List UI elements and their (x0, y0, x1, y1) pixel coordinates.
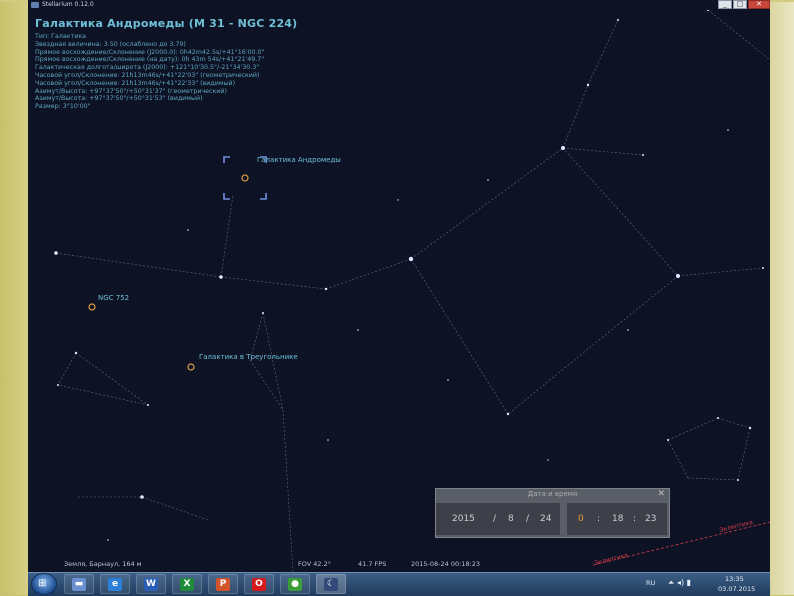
taskbar-app-stellarium[interactable]: ☾ (316, 574, 346, 594)
star (140, 495, 144, 499)
star (54, 251, 58, 255)
dialog-title: Дата и время (527, 490, 578, 498)
triangulum-label: Галактика в Треугольнике (199, 353, 298, 361)
star (262, 312, 264, 314)
status-bar: Земля, Барнаул, 164 м FOV 42.2° 41.7 FPS… (28, 556, 770, 572)
window-controls: _ □ ✕ (717, 0, 770, 10)
star (717, 417, 719, 419)
star (737, 479, 739, 481)
star (397, 199, 399, 201)
stellarium-window: Галактика Андромеды NGC 752 Галактика в … (28, 0, 770, 572)
star (357, 329, 359, 331)
minute-spinbox[interactable]: 18 (612, 514, 623, 524)
info-az-alt-app: Азимут/Высота: +97°37'50"/+50°31'53" (ви… (35, 95, 203, 103)
windows-taskbar: ⊞ ▬ e W X P O ● ☾ RU ⏶ ◂) ▮ 13:35 03.07.… (28, 572, 770, 596)
info-type: Тип: Галактика (35, 33, 86, 40)
taskbar-app-file-manager[interactable]: ▬ (64, 574, 94, 594)
stellarium-icon: ☾ (324, 578, 338, 591)
slide-background-right (770, 0, 794, 595)
star (642, 154, 644, 156)
internet-explorer-icon: e (108, 578, 122, 591)
taskbar-app-word[interactable]: W (136, 574, 166, 594)
taskbar-app-chrome[interactable]: ● (280, 574, 310, 594)
star (627, 329, 629, 331)
star (727, 129, 729, 131)
info-galactic: Галактическая долгота/широта (J2000): +1… (35, 64, 260, 72)
star (107, 539, 109, 541)
status-location: Земля, Барнаул, 164 м (64, 560, 142, 568)
time-separator: : (597, 514, 601, 524)
window-title: Stellarium 0.12.0 (42, 1, 94, 8)
opera-icon: O (252, 578, 266, 591)
status-fps: 41.7 FPS (358, 560, 387, 568)
window-titlebar[interactable]: Stellarium 0.12.0 _ □ ✕ (28, 0, 770, 10)
maximize-button[interactable]: □ (733, 0, 747, 9)
time-box: 0 : 18 : 23 (567, 503, 667, 535)
star (676, 274, 680, 278)
clock-time[interactable]: 13:35 (725, 575, 744, 583)
info-hour-angle-geo: Часовой угол/Склонение: 21h13m46s/+41°22… (35, 71, 260, 79)
stellarium-app-icon (31, 2, 39, 8)
star (324, 287, 328, 291)
object-title: Галактика Андромеды (M 31 - NGC 224) (35, 17, 298, 30)
month-spinbox[interactable]: 8 (508, 514, 514, 524)
time-separator: : (633, 514, 637, 524)
second-spinbox[interactable]: 23 (645, 514, 656, 524)
status-fov: FOV 42.2° (298, 560, 331, 568)
object-info-panel: Галактика Андромеды (M 31 - NGC 224) Тип… (35, 17, 297, 111)
star (187, 229, 189, 231)
star (667, 439, 669, 441)
taskbar-app-internet-explorer[interactable]: e (100, 574, 130, 594)
slide-background-left (0, 0, 28, 595)
tray-icons[interactable]: ⏶ ◂) ▮ (668, 578, 691, 588)
hour-spinbox[interactable]: 0 (578, 514, 584, 524)
taskbar-app-excel[interactable]: X (172, 574, 202, 594)
file-manager-icon: ▬ (72, 578, 86, 591)
ngc752-label: NGC 752 (98, 294, 129, 302)
star (57, 384, 59, 386)
powerpoint-icon: P (216, 578, 230, 591)
date-box: 2015 / 8 / 24 (436, 503, 560, 535)
star (487, 179, 489, 181)
language-indicator[interactable]: RU (646, 579, 655, 587)
system-tray: RU ⏶ ◂) ▮ 13:35 03.07.2015 (640, 573, 770, 596)
chrome-icon: ● (288, 578, 302, 591)
info-magnitude: Звездная величина: 3.50 (ослаблено до 3.… (35, 40, 186, 48)
start-button[interactable]: ⊞ (32, 574, 56, 594)
star (762, 267, 764, 269)
star (547, 459, 549, 461)
close-button[interactable]: ✕ (748, 0, 770, 9)
star (561, 146, 565, 150)
excel-icon: X (180, 578, 194, 591)
taskbar-app-opera[interactable]: O (244, 574, 274, 594)
clock-date[interactable]: 03.07.2015 (718, 585, 755, 593)
dialog-header[interactable]: Дата и время ✕ (436, 489, 669, 500)
day-spinbox[interactable]: 24 (540, 514, 551, 524)
dialog-close-button[interactable]: ✕ (657, 489, 665, 500)
object-info-lines: Тип: Галактика Звездная величина: 3.50 (… (35, 33, 297, 111)
date-separator: / (493, 514, 497, 524)
date-separator: / (526, 514, 530, 524)
star (147, 404, 149, 406)
star (506, 412, 510, 416)
star (748, 426, 752, 430)
status-datetime: 2015-08-24 00:18:23 (411, 560, 481, 568)
year-spinbox[interactable]: 2015 (452, 514, 475, 524)
star (74, 351, 78, 355)
info-size: Размер: 3°10'00" (35, 103, 91, 111)
star (447, 379, 449, 381)
date-time-dialog: Дата и время ✕ 2015 / 8 / 24 0 : 18 : 23 (435, 488, 670, 538)
andromeda-label: Галактика Андромеды (257, 156, 341, 164)
star (219, 275, 223, 279)
word-icon: W (144, 578, 158, 591)
windows-logo-icon: ⊞ (38, 578, 47, 589)
taskbar-app-powerpoint[interactable]: P (208, 574, 238, 594)
info-hour-angle-app: Часовой угол/Склонение: 21h13m46s/+41°22… (35, 79, 236, 87)
star (408, 256, 414, 262)
minimize-button[interactable]: _ (718, 0, 732, 9)
star (327, 439, 329, 441)
star (586, 83, 590, 87)
star (617, 19, 619, 21)
